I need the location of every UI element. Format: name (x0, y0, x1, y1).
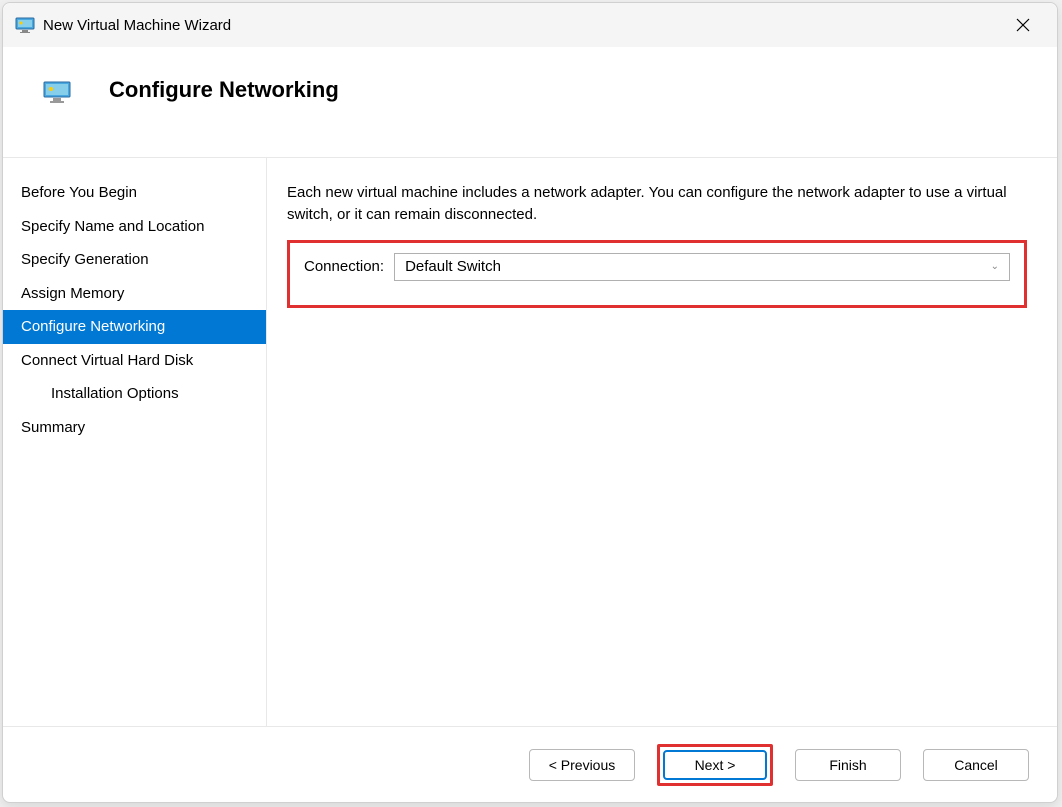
sidebar-item-connect-vhd[interactable]: Connect Virtual Hard Disk (3, 344, 266, 378)
close-icon (1016, 18, 1030, 32)
wizard-content: Each new virtual machine includes a netw… (267, 158, 1057, 726)
sidebar-item-specify-name[interactable]: Specify Name and Location (3, 210, 266, 244)
sidebar-item-before-you-begin[interactable]: Before You Begin (3, 176, 266, 210)
titlebar: New Virtual Machine Wizard (3, 3, 1057, 47)
wizard-window: New Virtual Machine Wizard Configure Net… (2, 2, 1058, 803)
connection-value: Default Switch (405, 258, 501, 275)
connection-highlight: Connection: Default Switch ⌄ (287, 240, 1027, 308)
sidebar-item-summary[interactable]: Summary (3, 411, 266, 445)
connection-label: Connection: (304, 258, 384, 275)
close-button[interactable] (1001, 3, 1045, 47)
wizard-sidebar: Before You Begin Specify Name and Locati… (3, 158, 267, 726)
wizard-body: Before You Begin Specify Name and Locati… (3, 157, 1057, 726)
sidebar-item-specify-generation[interactable]: Specify Generation (3, 243, 266, 277)
next-button[interactable]: Next > (663, 750, 767, 780)
cancel-button[interactable]: Cancel (923, 749, 1029, 781)
sidebar-item-installation-options[interactable]: Installation Options (3, 377, 266, 411)
wizard-footer: < Previous Next > Finish Cancel (3, 726, 1057, 802)
description-text: Each new virtual machine includes a netw… (287, 182, 1027, 226)
connection-row: Connection: Default Switch ⌄ (304, 253, 1010, 281)
app-icon (15, 17, 35, 33)
header-icon (43, 81, 71, 103)
wizard-header: Configure Networking (3, 47, 1057, 157)
sidebar-item-configure-networking[interactable]: Configure Networking (3, 310, 266, 344)
previous-button[interactable]: < Previous (529, 749, 635, 781)
window-title: New Virtual Machine Wizard (43, 17, 231, 34)
next-button-highlight: Next > (657, 744, 773, 786)
sidebar-item-assign-memory[interactable]: Assign Memory (3, 277, 266, 311)
chevron-down-icon: ⌄ (991, 261, 999, 272)
connection-dropdown[interactable]: Default Switch ⌄ (394, 253, 1010, 281)
finish-button[interactable]: Finish (795, 749, 901, 781)
page-title: Configure Networking (109, 77, 339, 103)
